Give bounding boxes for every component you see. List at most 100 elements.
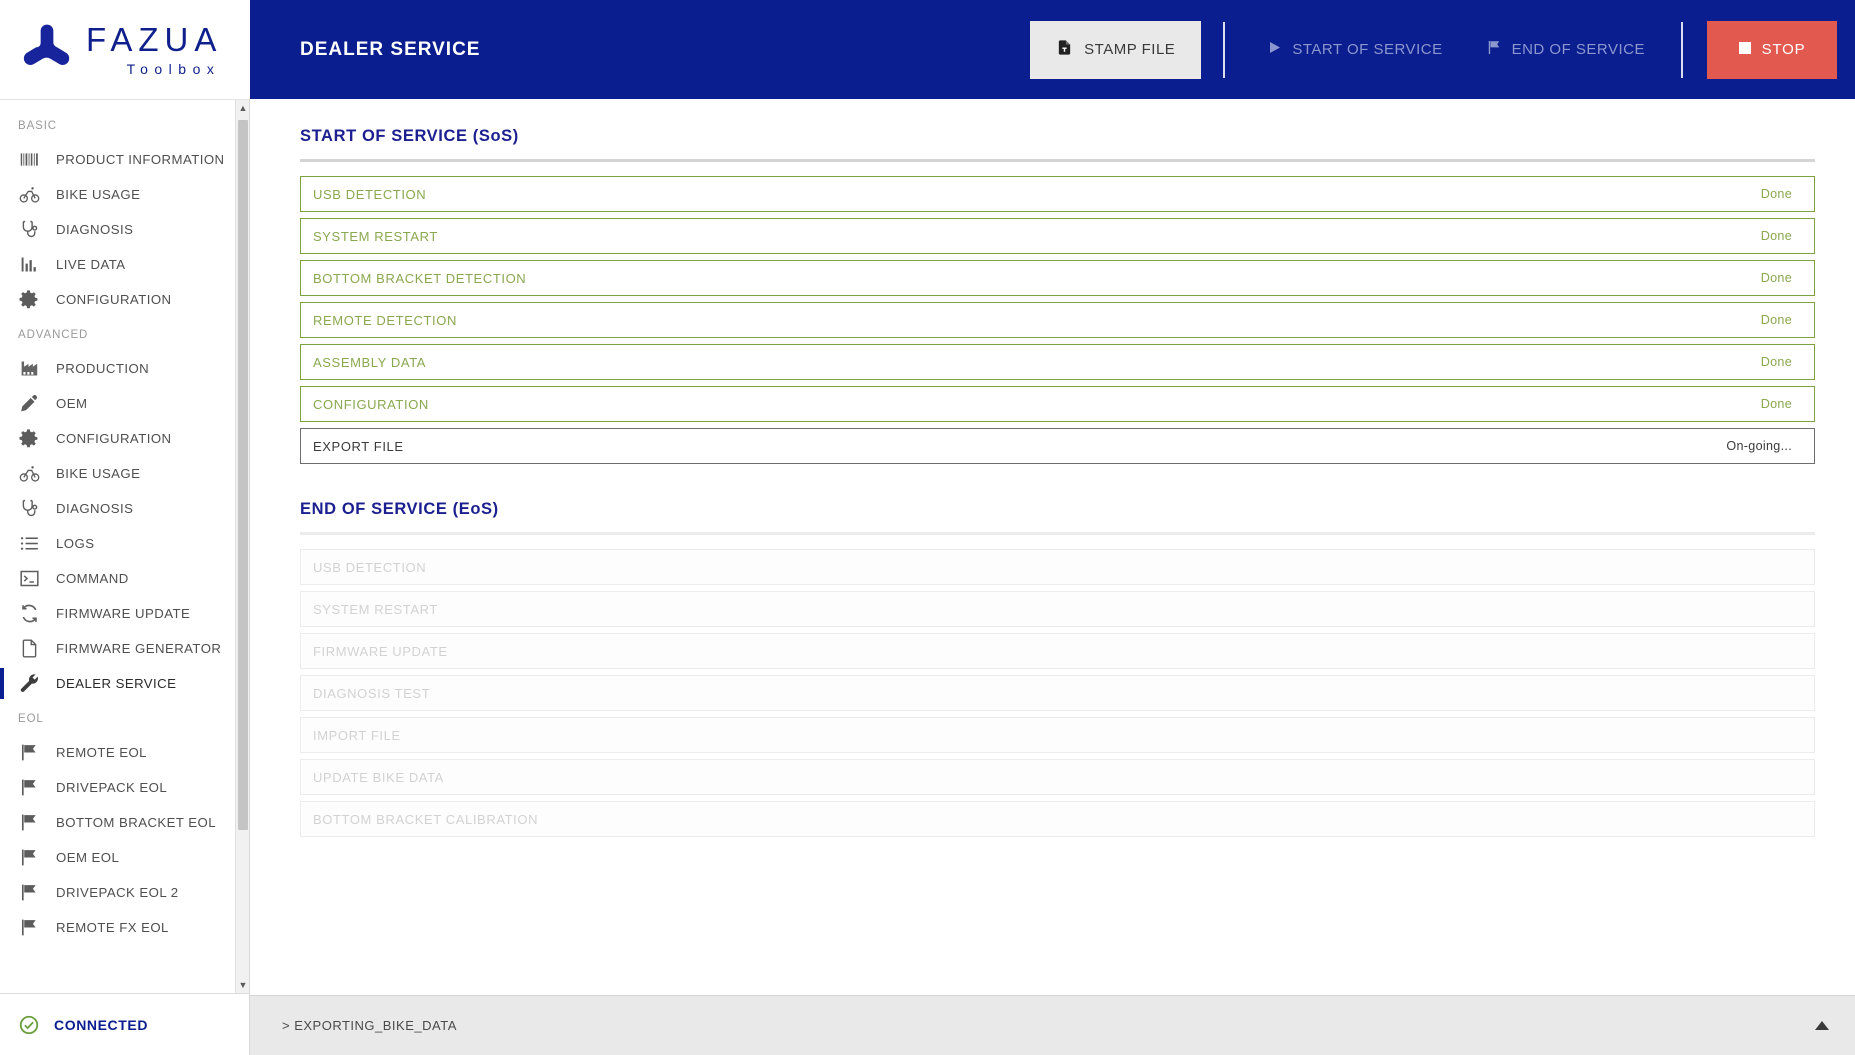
sidebar-item-dealer-service[interactable]: DEALER SERVICE — [0, 666, 249, 701]
service-step-row: BOTTOM BRACKET CALIBRATION — [300, 801, 1815, 837]
service-step-row[interactable]: CONFIGURATION Done — [300, 386, 1815, 422]
sidebar-item-label: DRIVEPACK EOL 2 — [56, 885, 179, 900]
flag-icon — [18, 917, 40, 939]
service-step-name: UPDATE BIKE DATA — [313, 769, 444, 785]
sidebar-scrollbar[interactable]: ▲ ▼ — [235, 100, 249, 993]
flag-icon — [18, 882, 40, 904]
sos-section-divider — [300, 159, 1815, 162]
play-icon — [1269, 41, 1281, 58]
stethoscope-icon — [18, 498, 40, 520]
start-of-service-section: START OF SERVICE (SoS) USB DETECTION Done… — [300, 127, 1815, 464]
bar-chart-icon — [18, 254, 40, 276]
eos-section-divider — [300, 532, 1815, 535]
wrench-icon — [18, 673, 40, 695]
document-icon — [18, 638, 40, 660]
service-step-row[interactable]: EXPORT FILE On-going... — [300, 428, 1815, 464]
sidebar-item-diagnosis[interactable]: DIAGNOSIS — [0, 212, 249, 247]
sidebar-item-label: LIVE DATA — [56, 257, 126, 272]
service-step-status: Done — [1760, 313, 1792, 327]
sidebar-item-product-information[interactable]: PRODUCT INFORMATION — [0, 142, 249, 177]
start-of-service-button[interactable]: START OF SERVICE — [1247, 21, 1464, 79]
sidebar-group-label: BASIC — [18, 120, 58, 132]
sidebar-item-label: FIRMWARE GENERATOR — [56, 641, 222, 656]
service-step-name: REMOTE DETECTION — [313, 312, 457, 328]
service-step-row: USB DETECTION — [300, 549, 1815, 585]
scroll-down-arrow[interactable]: ▼ — [236, 977, 249, 993]
sidebar-item-bottom-bracket-eol[interactable]: BOTTOM BRACKET EOL — [0, 805, 249, 840]
sidebar-item-label: DIAGNOSIS — [56, 222, 134, 237]
sidebar-item-label: COMMAND — [56, 571, 129, 586]
sidebar-item-label: OEM — [56, 396, 88, 411]
end-of-service-label: END OF SERVICE — [1511, 41, 1645, 58]
flag-icon — [1487, 40, 1501, 59]
service-step-name: USB DETECTION — [313, 559, 427, 575]
sidebar-item-label: REMOTE FX EOL — [56, 920, 169, 935]
sidebar-item-production[interactable]: PRODUCTION — [0, 351, 249, 386]
start-of-service-label: START OF SERVICE — [1292, 41, 1443, 58]
scroll-up-arrow[interactable]: ▲ — [236, 100, 249, 116]
sidebar-item-remote-fx-eol[interactable]: REMOTE FX EOL — [0, 910, 249, 945]
service-step-row[interactable]: REMOTE DETECTION Done — [300, 302, 1815, 338]
service-step-status: Done — [1760, 397, 1792, 411]
sidebar-item-firmware-update[interactable]: FIRMWARE UPDATE — [0, 596, 249, 631]
bicycle-icon — [18, 184, 40, 206]
stop-label: STOP — [1761, 41, 1806, 58]
brand-name: FAZUA — [86, 21, 223, 58]
sidebar-item-logs[interactable]: LOGS — [0, 526, 249, 561]
service-step-name: ASSEMBLY DATA — [313, 354, 427, 370]
sidebar-item-configuration[interactable]: CONFIGURATION — [0, 421, 249, 456]
service-step-status: On-going... — [1726, 439, 1792, 453]
sidebar-item-oem[interactable]: OEM — [0, 386, 249, 421]
service-step-row[interactable]: USB DETECTION Done — [300, 176, 1815, 212]
sidebar-item-firmware-generator[interactable]: FIRMWARE GENERATOR — [0, 631, 249, 666]
service-step-row: IMPORT FILE — [300, 717, 1815, 753]
sidebar-scroll-area: BASIC PRODUCT INFORMATION BIKE USAGE DIAGNO… — [0, 99, 249, 993]
sidebar-item-label: CONFIGURATION — [56, 431, 172, 446]
list-icon — [18, 533, 40, 555]
service-step-name: USB DETECTION — [313, 186, 427, 202]
chevron-up-icon[interactable] — [1809, 1013, 1835, 1039]
service-step-row[interactable]: SYSTEM RESTART Done — [300, 218, 1815, 254]
sidebar-item-diagnosis[interactable]: DIAGNOSIS — [0, 491, 249, 526]
sidebar-item-drivepack-eol[interactable]: DRIVEPACK EOL — [0, 770, 249, 805]
service-step-row[interactable]: BOTTOM BRACKET DETECTION Done — [300, 260, 1815, 296]
stop-button[interactable]: STOP — [1707, 20, 1837, 79]
gear-icon — [18, 289, 40, 311]
connection-status-label: CONNECTED — [54, 1016, 149, 1033]
header-divider-2 — [1681, 21, 1683, 78]
service-step-name: BOTTOM BRACKET DETECTION — [313, 270, 527, 286]
service-step-row: SYSTEM RESTART — [300, 591, 1815, 627]
service-step-name: IMPORT FILE — [313, 727, 401, 743]
sidebar-item-oem-eol[interactable]: OEM EOL — [0, 840, 249, 875]
sidebar-scrollbar-thumb[interactable] — [238, 120, 248, 830]
sidebar-group-label: ADVANCED — [18, 329, 89, 341]
app-body: BASIC PRODUCT INFORMATION BIKE USAGE DIAGNO… — [0, 99, 1855, 1055]
stamp-file-label: STAMP FILE — [1084, 41, 1176, 58]
header-divider-1 — [1223, 21, 1226, 78]
service-step-name: DIAGNOSIS TEST — [313, 685, 431, 701]
sidebar-item-label: DIAGNOSIS — [56, 501, 134, 516]
end-of-service-button[interactable]: END OF SERVICE — [1465, 21, 1667, 79]
service-step-row[interactable]: ASSEMBLY DATA Done — [300, 344, 1815, 380]
service-step-row: UPDATE BIKE DATA — [300, 759, 1815, 795]
bicycle-icon — [18, 463, 40, 485]
sidebar-item-bike-usage[interactable]: BIKE USAGE — [0, 456, 249, 491]
main-panel: START OF SERVICE (SoS) USB DETECTION Done… — [250, 99, 1855, 1055]
sidebar-item-label: FIRMWARE UPDATE — [56, 606, 191, 621]
sidebar-group-label: EOL — [18, 713, 44, 725]
sidebar-item-label: OEM EOL — [56, 850, 120, 865]
sidebar-item-remote-eol[interactable]: REMOTE EOL — [0, 735, 249, 770]
stamp-file-button[interactable]: STAMP FILE — [1030, 20, 1202, 79]
sidebar-item-live-data[interactable]: LIVE DATA — [0, 247, 249, 282]
top-row: FAZUA Toolbox DEALER SERVICE STAMP FILE … — [0, 0, 1855, 99]
sidebar-item-bike-usage[interactable]: BIKE USAGE — [0, 177, 249, 212]
sidebar-item-drivepack-eol-2[interactable]: DRIVEPACK EOL 2 — [0, 875, 249, 910]
pen-icon — [18, 393, 40, 415]
flag-icon — [18, 847, 40, 869]
sidebar-item-configuration[interactable]: CONFIGURATION — [0, 282, 249, 317]
sos-section-title: START OF SERVICE (SoS) — [300, 127, 519, 145]
service-step-name: BOTTOM BRACKET CALIBRATION — [313, 811, 539, 827]
service-step-row: DIAGNOSIS TEST — [300, 675, 1815, 711]
sidebar-item-command[interactable]: COMMAND — [0, 561, 249, 596]
flag-icon — [18, 742, 40, 764]
